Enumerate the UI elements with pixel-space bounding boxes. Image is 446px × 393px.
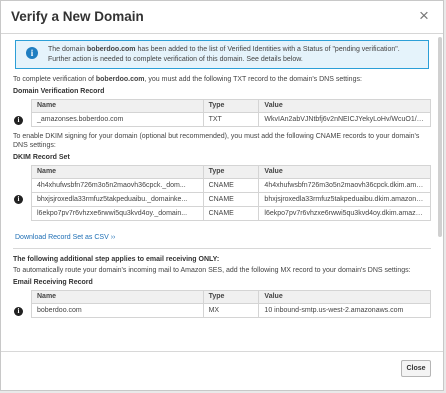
domain-verification-heading: Domain Verification Record bbox=[13, 87, 105, 95]
record-name: bhxjsjroxedla33rmfuz5takpeduaibu._domain… bbox=[31, 191, 204, 207]
record-value: WkvIAn2abVJNtbfj6v2nNEICJYekyLoHv/WcuO1/… bbox=[258, 111, 431, 127]
dialog-body[interactable]: i The domain boberdoo.com has been added… bbox=[1, 34, 443, 352]
info-text-before: The domain bbox=[48, 46, 87, 53]
download-csv-link[interactable]: Download Record Set as CSV ›› bbox=[15, 234, 115, 241]
column-header-name: Name bbox=[31, 289, 204, 304]
record-value: 4h4xhufwsbfn726m3o5n2maovh36cpck.dkim.am… bbox=[258, 177, 431, 193]
column-header-name: Name bbox=[31, 98, 204, 113]
column-header-value: Value bbox=[258, 98, 431, 113]
record-type: MX bbox=[202, 302, 260, 318]
column-header-name: Name bbox=[31, 164, 204, 179]
record-type: CNAME bbox=[202, 191, 260, 207]
info-icon: i bbox=[14, 306, 23, 316]
dkim-table: Name Type Value 4h4xhufwsbfn726m3o5n2mao… bbox=[31, 164, 431, 221]
dkim-intro: To enable DKIM signing for your domain (… bbox=[13, 132, 420, 150]
column-header-type: Type bbox=[202, 98, 260, 113]
table-row: boberdoo.com MX 10 inbound-smtp.us-west-… bbox=[31, 302, 431, 318]
receiving-heading: The following additional step applies to… bbox=[13, 255, 220, 263]
dkim-heading: DKIM Record Set bbox=[13, 153, 70, 161]
dialog-footer: Close bbox=[1, 351, 443, 390]
record-value: l6ekpo7pv7r6vhzxe6rwwi5qu3kvd4oy.dkim.am… bbox=[258, 205, 431, 221]
record-value: bhxjsjroxedla33rmfuz5takpeduaibu.dkim.am… bbox=[258, 191, 431, 207]
info-icon: i bbox=[26, 47, 38, 59]
divider bbox=[13, 247, 431, 249]
column-header-type: Type bbox=[202, 289, 260, 304]
domain-verification-table: Name Type Value _amazonses.boberdoo.com … bbox=[31, 98, 431, 127]
email-receiving-heading: Email Receiving Record bbox=[13, 278, 93, 286]
record-name: boberdoo.com bbox=[31, 302, 204, 318]
dkim-section: i Name Type Value 4h4xhufwsbfn726m3o5n2m… bbox=[13, 164, 431, 221]
record-name: 4h4xhufwsbfn726m3o5n2maovh36cpck._dom... bbox=[31, 177, 204, 193]
record-value: 10 inbound-smtp.us-west-2.amazonaws.com bbox=[258, 302, 431, 318]
scrollbar[interactable] bbox=[438, 37, 442, 237]
table-row: _amazonses.boberdoo.com TXT WkvIAn2abVJN… bbox=[31, 111, 431, 127]
info-icon: i bbox=[14, 194, 23, 204]
dialog-titlebar: Verify a New Domain × bbox=[1, 1, 443, 34]
record-type: CNAME bbox=[202, 177, 260, 193]
verify-domain-dialog: Verify a New Domain × i The domain bober… bbox=[0, 0, 444, 391]
dialog-title: Verify a New Domain bbox=[11, 9, 144, 24]
domain-verification-section: i Name Type Value _amazonses.boberdoo.co… bbox=[13, 98, 431, 127]
close-button[interactable]: Close bbox=[401, 360, 431, 377]
info-domain: boberdoo.com bbox=[86, 46, 136, 53]
receiving-intro: To automatically route your domain's inc… bbox=[13, 267, 411, 274]
email-receiving-table: Name Type Value boberdoo.com MX 10 inbou… bbox=[31, 289, 431, 318]
info-banner: i The domain boberdoo.com has been added… bbox=[15, 40, 429, 69]
record-type: TXT bbox=[202, 111, 260, 127]
table-row: l6ekpo7pv7r6vhzxe6rwwi5qu3kvd4oy._domain… bbox=[31, 205, 431, 221]
info-icon: i bbox=[14, 115, 23, 125]
table-row: 4h4xhufwsbfn726m3o5n2maovh36cpck._dom...… bbox=[31, 177, 431, 193]
txt-intro: To complete verification of boberdoo.com… bbox=[13, 76, 362, 83]
column-header-value: Value bbox=[258, 164, 431, 179]
email-receiving-section: i Name Type Value boberdoo.com MX 10 inb… bbox=[13, 289, 431, 318]
close-icon[interactable]: × bbox=[415, 7, 433, 25]
record-name: l6ekpo7pv7r6vhzxe6rwwi5qu3kvd4oy._domain… bbox=[31, 205, 204, 221]
column-header-value: Value bbox=[258, 289, 431, 304]
table-row: bhxjsjroxedla33rmfuz5takpeduaibu._domain… bbox=[31, 191, 431, 207]
record-type: CNAME bbox=[202, 205, 260, 221]
record-name: _amazonses.boberdoo.com bbox=[31, 111, 204, 127]
column-header-type: Type bbox=[202, 164, 260, 179]
